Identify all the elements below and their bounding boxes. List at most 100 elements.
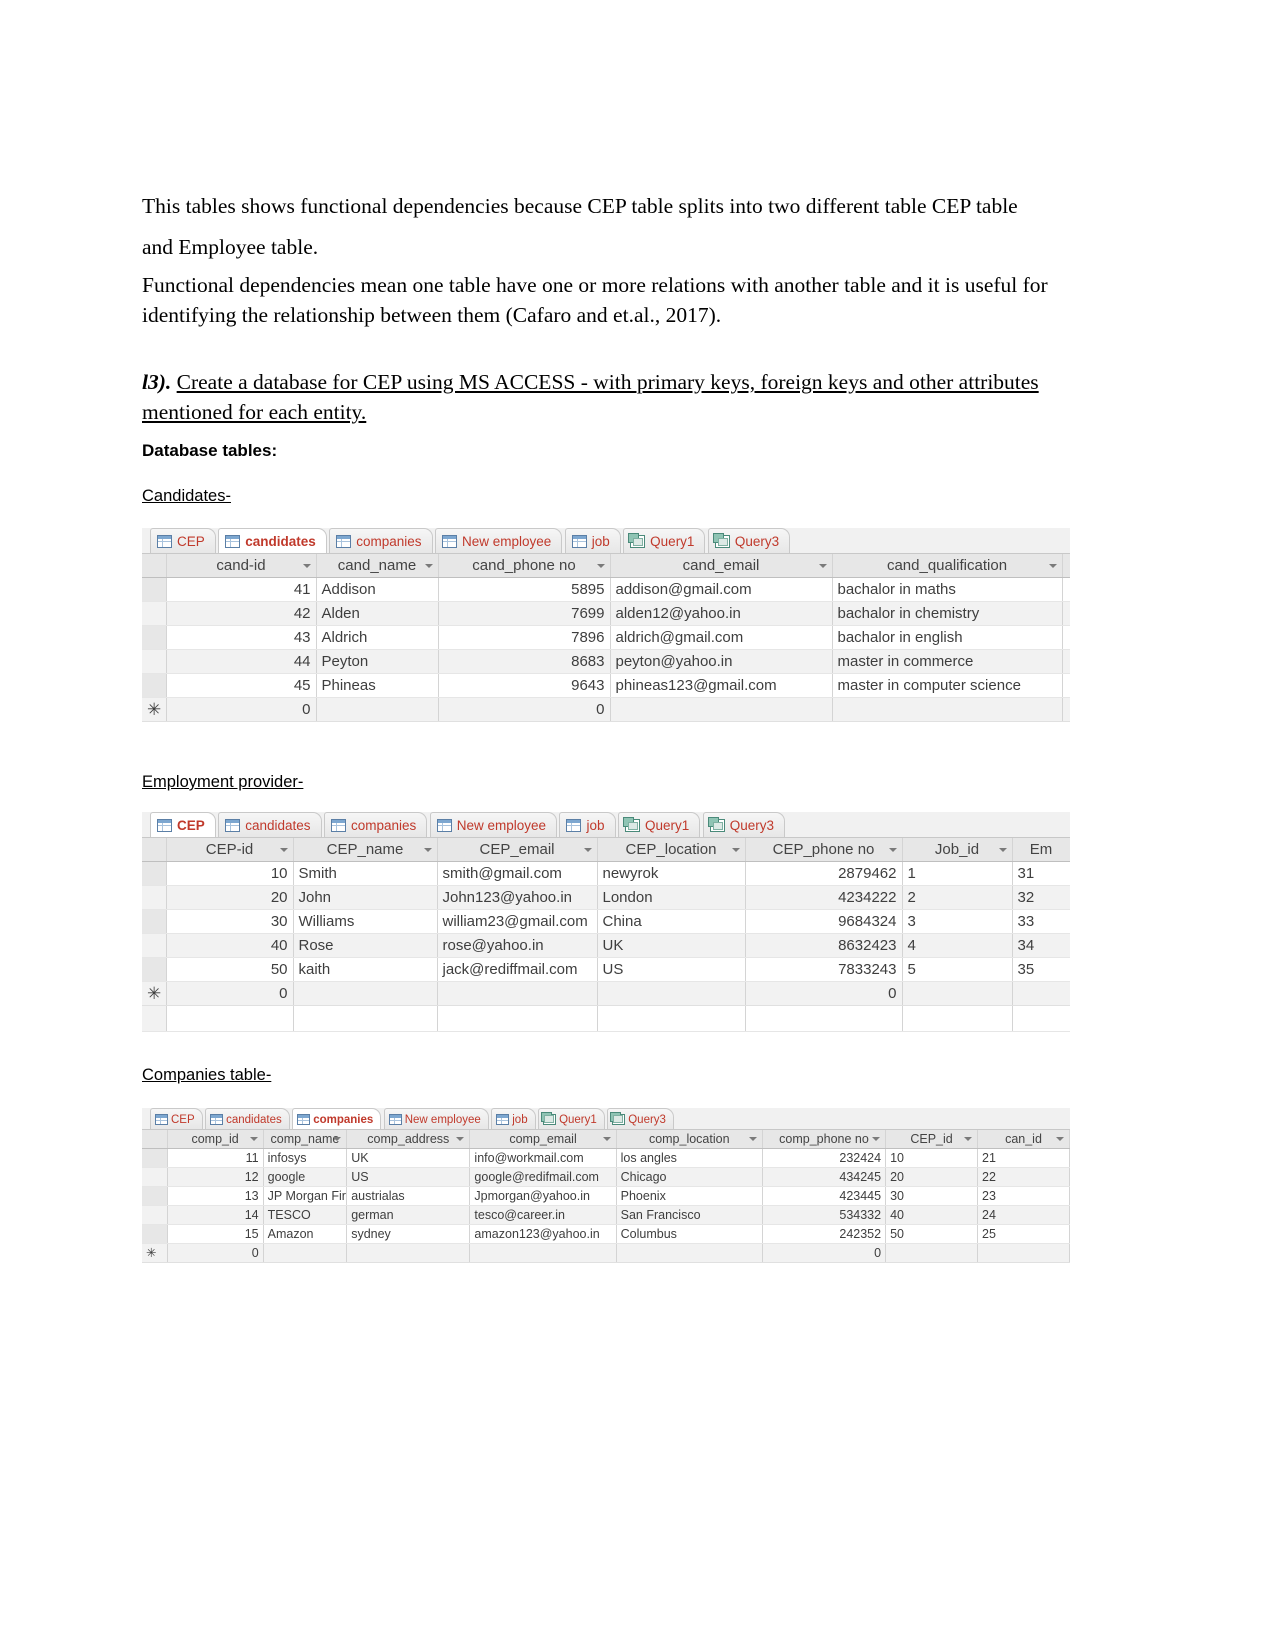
cell-comp-phone-no[interactable]: 534332 [762, 1205, 887, 1225]
tab-query1[interactable]: Query1 [617, 812, 701, 837]
cell-cep-id[interactable]: 0 [166, 981, 294, 1006]
chevron-down-icon[interactable] [423, 847, 432, 852]
cell-cep-phone-no[interactable]: 0 [745, 981, 903, 1006]
cell-cep-phone-no[interactable]: 2879462 [745, 861, 903, 886]
tab-companies[interactable]: companies [329, 528, 433, 553]
cell-cand-phone-no[interactable]: 5895 [438, 577, 611, 602]
column-header-cep-name[interactable]: CEP_name [293, 838, 438, 862]
cell-cand-id[interactable]: 45 [166, 673, 317, 698]
cell-cep-email[interactable]: smith@gmail.com [437, 861, 598, 886]
cell-comp-email[interactable] [469, 1243, 617, 1263]
cell-cand-email[interactable]: aldrich@gmail.com [610, 625, 833, 650]
cell-comp-id[interactable]: 14 [167, 1205, 264, 1225]
column-header-comp-email[interactable]: comp_email [469, 1130, 617, 1149]
chevron-down-icon[interactable] [596, 563, 605, 568]
column-header-cand-name[interactable]: cand_name [316, 554, 439, 578]
chevron-down-icon[interactable] [302, 563, 311, 568]
tab-query3[interactable]: Query3 [707, 528, 791, 553]
chevron-down-icon[interactable] [1048, 563, 1057, 568]
table-row[interactable]: 43 Aldrich 7896 aldrich@gmail.com bachal… [142, 625, 1070, 650]
tab-cep[interactable]: CEP [150, 528, 216, 553]
cell-cep-location[interactable]: US [597, 957, 746, 982]
cell-comp-email[interactable]: tesco@career.in [469, 1205, 617, 1225]
chevron-down-icon[interactable] [888, 847, 897, 852]
cell-cep-phone-no[interactable]: 9684324 [745, 909, 903, 934]
cell-cep-id[interactable]: 40 [885, 1205, 978, 1225]
chevron-down-icon[interactable] [748, 1137, 757, 1141]
cell-clipped[interactable] [1062, 601, 1070, 626]
tab-job[interactable]: job [564, 528, 621, 553]
chevron-down-icon[interactable] [1056, 1137, 1064, 1141]
cell-cand-qualification[interactable]: bachalor in english [832, 625, 1063, 650]
row-selector[interactable] [142, 1224, 168, 1244]
cell-comp-id[interactable]: 12 [167, 1167, 264, 1187]
tab-new-employee[interactable]: New employee [383, 1108, 489, 1129]
cell-cep-phone-no[interactable]: 7833243 [745, 957, 903, 982]
cell-comp-name[interactable]: google [263, 1167, 348, 1187]
cell-cand-email[interactable] [610, 697, 833, 722]
cell-comp-location[interactable] [616, 1243, 763, 1263]
chevron-down-icon[interactable] [333, 1137, 342, 1141]
cell-comp-phone-no[interactable]: 423445 [762, 1186, 887, 1206]
table-row[interactable]: 10 Smith smith@gmail.com newyrok 2879462… [142, 861, 1070, 886]
chevron-down-icon[interactable] [583, 847, 592, 852]
cell-clipped[interactable] [1062, 673, 1070, 698]
cell-cep-id[interactable]: 30 [166, 909, 294, 934]
cell-job-id[interactable]: 1 [902, 861, 1013, 886]
cell-cep-email[interactable]: rose@yahoo.in [437, 933, 598, 958]
cell-cep-location[interactable] [597, 981, 746, 1006]
row-selector[interactable] [142, 601, 167, 626]
cell-comp-location[interactable]: Phoenix [616, 1186, 763, 1206]
cell-cep-phone-no[interactable]: 8632423 [745, 933, 903, 958]
cell-cep-id[interactable]: 20 [885, 1167, 978, 1187]
cell-cand-phone-no[interactable]: 9643 [438, 673, 611, 698]
cell-cand-name[interactable]: Addison [316, 577, 439, 602]
cell-cand-email[interactable]: addison@gmail.com [610, 577, 833, 602]
table-row[interactable]: 44 Peyton 8683 peyton@yahoo.in master in… [142, 649, 1070, 674]
cell-cep-email[interactable]: John123@yahoo.in [437, 885, 598, 910]
cell-clipped[interactable] [1062, 625, 1070, 650]
column-header-cep-id[interactable]: CEP-id [166, 838, 294, 862]
cell-comp-phone-no[interactable]: 0 [762, 1243, 887, 1263]
column-header-cand-phone-no[interactable]: cand_phone no [438, 554, 611, 578]
cell-clipped[interactable] [1062, 697, 1070, 722]
cell-cep-id[interactable] [885, 1243, 978, 1263]
chevron-down-icon[interactable] [998, 847, 1007, 852]
cell-comp-name[interactable]: TESCO [263, 1205, 348, 1225]
table-row[interactable]: 41 Addison 5895 addison@gmail.com bachal… [142, 577, 1070, 602]
table-row[interactable]: 12 google US google@redifmail.com Chicag… [142, 1167, 1070, 1187]
table-row[interactable]: 40 Rose rose@yahoo.in UK 8632423 4 34 [142, 933, 1070, 958]
column-header-comp-address[interactable]: comp_address [346, 1130, 471, 1149]
cell-cand-id[interactable]: 41 [166, 577, 317, 602]
chevron-down-icon[interactable] [279, 847, 288, 852]
cell-cep-id[interactable]: 40 [166, 933, 294, 958]
cell-comp-name[interactable] [263, 1243, 348, 1263]
cell-job-id[interactable]: 2 [902, 885, 1013, 910]
column-header-cep-phone-no[interactable]: CEP_phone no [745, 838, 903, 862]
column-header-comp-phone-no[interactable]: comp_phone no [762, 1130, 887, 1149]
cell-em[interactable] [1012, 981, 1070, 1006]
chevron-down-icon[interactable] [456, 1137, 465, 1141]
cell-comp-email[interactable]: info@workmail.com [469, 1148, 617, 1168]
row-selector[interactable] [142, 673, 167, 698]
cell-can-id[interactable]: 23 [977, 1186, 1070, 1206]
cell-cep-id[interactable]: 30 [885, 1186, 978, 1206]
cell-cand-name[interactable]: Alden [316, 601, 439, 626]
row-selector[interactable] [142, 649, 167, 674]
cell-comp-id[interactable]: 0 [167, 1243, 264, 1263]
cell-can-id[interactable] [977, 1243, 1070, 1263]
cell-can-id[interactable]: 22 [977, 1167, 1070, 1187]
cell-cep-name[interactable]: Smith [293, 861, 438, 886]
tab-query3[interactable]: Query3 [702, 812, 785, 837]
cell-comp-email[interactable]: Jpmorgan@yahoo.in [469, 1186, 617, 1206]
row-selector[interactable] [142, 885, 167, 910]
chevron-down-icon[interactable] [602, 1137, 611, 1141]
cell-job-id[interactable] [902, 981, 1013, 1006]
table-row[interactable]: 15 Amazon sydney amazon123@yahoo.in Colu… [142, 1224, 1070, 1244]
cell-job-id[interactable]: 4 [902, 933, 1013, 958]
cell-cand-qualification[interactable] [832, 697, 1063, 722]
new-record-row[interactable]: ✳ 0 0 [142, 981, 1070, 1006]
new-record-row[interactable]: ✳ 0 0 [142, 1243, 1070, 1263]
cell-cand-id[interactable]: 0 [166, 697, 317, 722]
chevron-down-icon[interactable] [731, 847, 740, 852]
